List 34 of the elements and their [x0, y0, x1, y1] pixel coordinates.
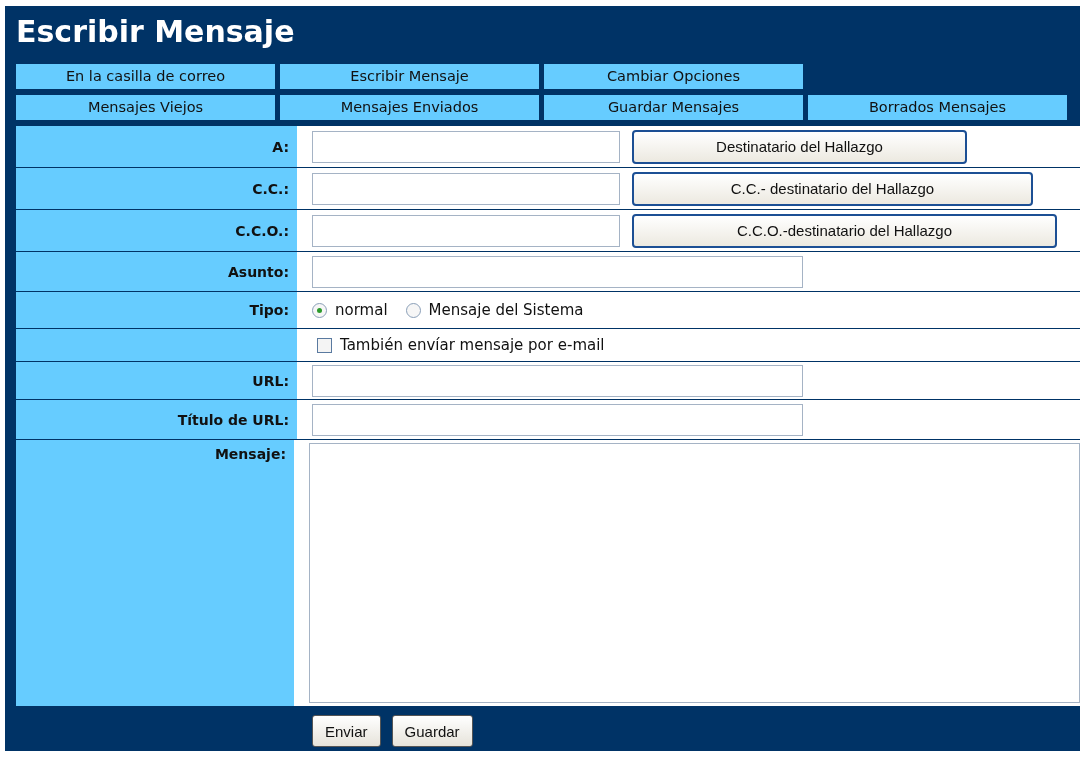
- field-label: C.C.O.:: [235, 222, 289, 239]
- radio-label: Mensaje del Sistema: [428, 301, 584, 319]
- input-field[interactable]: [312, 364, 803, 397]
- field-label: URL:: [252, 372, 289, 389]
- field-label: Mensaje:: [214, 446, 286, 462]
- nav-tab[interactable]: Cambiar Opciones: [544, 64, 803, 89]
- form-button[interactable]: Enviar: [312, 715, 381, 747]
- nav-tab[interactable]: Mensajes Viejos: [16, 95, 275, 120]
- input-field[interactable]: [312, 255, 803, 288]
- form-button[interactable]: Guardar: [391, 715, 473, 747]
- checkbox[interactable]: [317, 337, 332, 353]
- input-field[interactable]: [312, 172, 620, 205]
- radio-button[interactable]: [312, 302, 327, 318]
- input-field[interactable]: [312, 403, 803, 436]
- nav-tab[interactable]: Mensajes Enviados: [280, 95, 539, 120]
- nav-tab[interactable]: Borrados Mensajes: [808, 95, 1067, 120]
- nav-tab[interactable]: Escribir Mensaje: [280, 64, 539, 89]
- recipient-button[interactable]: Destinatario del Hallazgo: [632, 129, 967, 164]
- radio-button[interactable]: [405, 302, 421, 318]
- input-field[interactable]: [312, 214, 620, 247]
- field-label: A:: [272, 138, 289, 155]
- nav-tab[interactable]: Guardar Mensajes: [544, 95, 803, 120]
- input-field[interactable]: [312, 130, 620, 163]
- checkbox-label: También envíar mensaje por e-mail: [340, 336, 605, 354]
- field-label: Tipo:: [249, 302, 289, 318]
- recipient-button[interactable]: C.C.O.-destinatario del Hallazgo: [632, 213, 1057, 248]
- message-field[interactable]: [309, 443, 1080, 703]
- field-label: C.C.:: [252, 180, 289, 197]
- field-label: Asunto:: [228, 263, 289, 280]
- page-title: Escribir Mensaje: [16, 13, 296, 51]
- recipient-button[interactable]: C.C.- destinatario del Hallazgo: [632, 171, 1033, 206]
- nav-tab[interactable]: En la casilla de correo: [16, 64, 275, 89]
- radio-label: normal: [335, 301, 388, 319]
- field-label: Título de URL:: [177, 411, 289, 428]
